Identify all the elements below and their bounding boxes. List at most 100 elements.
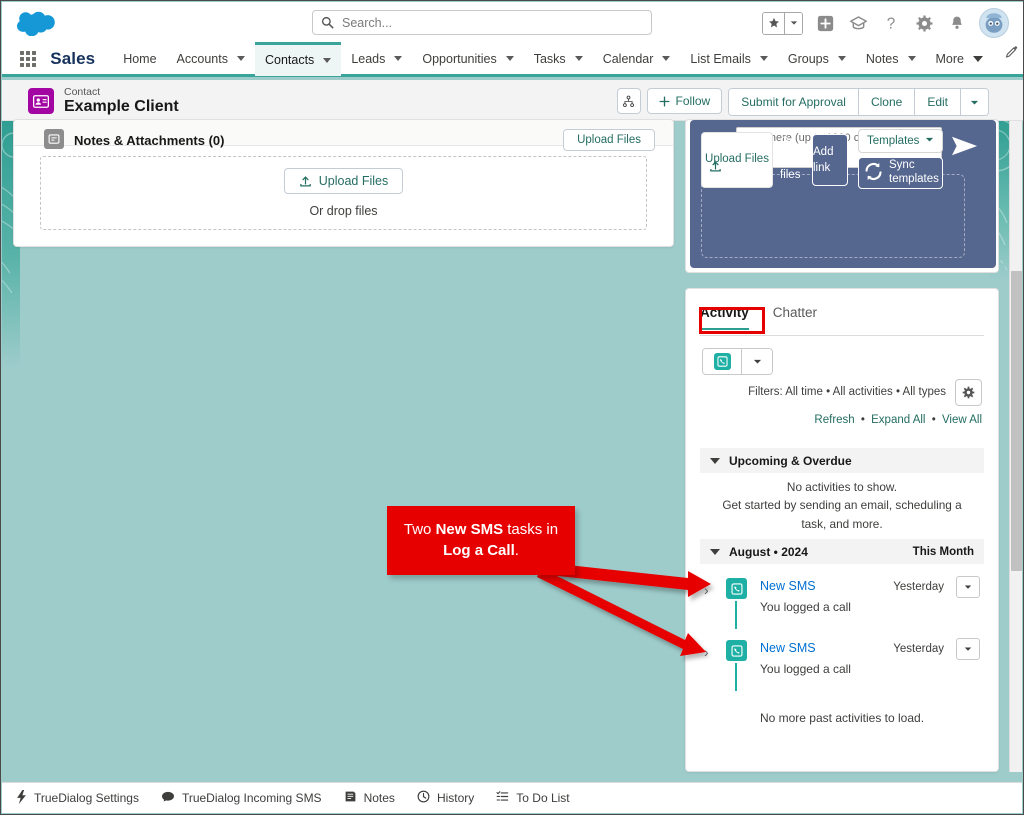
clone-button[interactable]: Clone bbox=[857, 89, 915, 115]
sms-sync-templates-button[interactable]: Sync templates bbox=[858, 157, 943, 189]
add-plus-icon[interactable] bbox=[814, 12, 836, 34]
view-all-link[interactable]: View All bbox=[942, 414, 982, 426]
chevron-down-icon[interactable] bbox=[710, 548, 720, 555]
edit-button[interactable]: Edit bbox=[914, 89, 960, 115]
chevron-down-icon[interactable] bbox=[505, 56, 514, 61]
chevron-down-icon[interactable] bbox=[759, 56, 768, 61]
chevron-down-icon[interactable] bbox=[323, 57, 332, 63]
chevron-down-icon[interactable] bbox=[394, 56, 403, 61]
activity-footer-text: No more past activities to load. bbox=[759, 711, 925, 725]
drop-files-label: Or drop files bbox=[309, 204, 378, 218]
section-august-2024[interactable]: August • 2024 This Month bbox=[700, 539, 984, 564]
nav-item-leads[interactable]: Leads bbox=[341, 42, 412, 76]
nav-item-contacts[interactable]: Contacts bbox=[254, 41, 342, 76]
upload-icon bbox=[709, 160, 722, 179]
user-avatar[interactable] bbox=[979, 8, 1009, 38]
nav-item-label: Groups bbox=[787, 51, 829, 66]
nav-item-label: Notes bbox=[865, 51, 899, 66]
app-name-label[interactable]: Sales bbox=[50, 49, 95, 69]
tab-chatter[interactable]: Chatter bbox=[773, 305, 817, 329]
activity-list-item[interactable]: › New SMS You logged a call Yesterday bbox=[700, 570, 984, 629]
notes-attachments-header: Notes & Attachments (0) Upload Files bbox=[14, 120, 673, 151]
submit-for-approval-button[interactable]: Submit for Approval bbox=[729, 89, 858, 115]
favorites-button-group[interactable] bbox=[762, 11, 803, 35]
nav-item-list-emails[interactable]: List Emails bbox=[680, 42, 777, 76]
help-icon[interactable]: ? bbox=[880, 12, 902, 34]
notes-attachments-card: Notes & Attachments (0) Upload Files Upl… bbox=[13, 119, 674, 247]
utility-to-do-list[interactable]: To Do List bbox=[496, 790, 570, 806]
record-overflow-menu-button[interactable] bbox=[960, 89, 988, 115]
pencil-edit-icon[interactable] bbox=[1001, 42, 1023, 64]
app-launcher-waffle-icon[interactable] bbox=[20, 49, 36, 69]
sms-compose-button[interactable] bbox=[703, 349, 741, 374]
nav-item-opportunities[interactable]: Opportunities bbox=[412, 42, 523, 76]
nav-item-label: Accounts bbox=[176, 51, 228, 66]
favorites-dropdown-icon[interactable] bbox=[784, 12, 802, 34]
notes-header-upload-button[interactable]: Upload Files bbox=[563, 129, 655, 151]
utility-truedialog-incoming-sms[interactable]: TrueDialog Incoming SMS bbox=[161, 791, 322, 806]
chevron-down-icon[interactable] bbox=[236, 56, 245, 61]
nav-item-more[interactable]: More bbox=[926, 42, 993, 76]
section-upcoming-overdue[interactable]: Upcoming & Overdue bbox=[700, 448, 984, 473]
activity-compose-dropdown[interactable] bbox=[741, 349, 772, 374]
page-scrollbar[interactable] bbox=[1009, 121, 1022, 772]
activity-empty-state: No activities to show. Get started by se… bbox=[714, 478, 970, 533]
org-hierarchy-icon[interactable] bbox=[616, 88, 641, 114]
link-separator: • bbox=[931, 414, 936, 426]
chevron-down-icon[interactable] bbox=[662, 56, 671, 61]
utility-bar: TrueDialog Settings TrueDialog Incoming … bbox=[2, 782, 1022, 813]
nav-item-accounts[interactable]: Accounts bbox=[167, 42, 255, 76]
filter-settings-gear-icon[interactable] bbox=[955, 379, 982, 406]
nav-item-tasks[interactable]: Tasks bbox=[524, 42, 593, 76]
chevron-down-icon[interactable] bbox=[907, 56, 916, 61]
chevron-down-icon[interactable] bbox=[837, 56, 846, 61]
empty-line-1: No activities to show. bbox=[786, 480, 898, 494]
nav-item-calendar[interactable]: Calendar bbox=[593, 42, 681, 76]
refresh-link[interactable]: Refresh bbox=[814, 414, 854, 426]
activity-date: Yesterday bbox=[893, 581, 944, 593]
nav-item-label: Contacts bbox=[264, 53, 315, 67]
chevron-right-icon[interactable]: › bbox=[704, 582, 709, 598]
chevron-down-icon[interactable] bbox=[710, 457, 720, 464]
sms-composer-panel: Type here (up to 1000 characters) bbox=[690, 120, 996, 268]
expand-all-link[interactable]: Expand All bbox=[871, 414, 925, 426]
sms-upload-files-button[interactable]: Upload Files bbox=[701, 132, 773, 188]
utility-history[interactable]: History bbox=[417, 790, 474, 806]
sms-add-link-button[interactable]: Add link bbox=[812, 134, 848, 186]
scrollbar-thumb[interactable] bbox=[1011, 271, 1022, 571]
global-search-box[interactable]: Search... bbox=[312, 10, 652, 35]
timeline-connector bbox=[735, 663, 737, 691]
chevron-down-icon[interactable] bbox=[973, 55, 983, 62]
log-a-call-sms-icon bbox=[726, 640, 747, 661]
setup-gear-icon[interactable] bbox=[913, 12, 935, 34]
upload-files-button[interactable]: Upload Files bbox=[283, 168, 404, 194]
log-a-call-sms-icon bbox=[726, 578, 747, 599]
activity-title-link[interactable]: New SMS bbox=[760, 579, 816, 593]
follow-button[interactable]: Follow bbox=[646, 88, 723, 114]
sms-templates-label: Templates bbox=[867, 135, 920, 147]
activity-list-item[interactable]: › New SMS You logged a call Yesterday bbox=[700, 632, 984, 691]
notes-dropzone[interactable]: Upload Files Or drop files bbox=[40, 156, 647, 230]
utility-truedialog-settings[interactable]: TrueDialog Settings bbox=[16, 789, 139, 807]
activity-compose-buttons bbox=[702, 348, 773, 375]
activity-row-menu-button[interactable] bbox=[956, 638, 980, 660]
activity-title-link[interactable]: New SMS bbox=[760, 641, 816, 655]
utility-label: TrueDialog Settings bbox=[34, 791, 139, 805]
favorites-star-icon[interactable] bbox=[763, 12, 784, 34]
send-paper-plane-icon[interactable] bbox=[948, 130, 982, 162]
nav-item-label: List Emails bbox=[690, 51, 751, 66]
empty-line-2: Get started by sending an email, schedul… bbox=[722, 498, 962, 531]
utility-notes[interactable]: Notes bbox=[344, 790, 395, 806]
notifications-bell-icon[interactable] bbox=[946, 12, 968, 34]
annotation-part-1: Two bbox=[403, 521, 436, 539]
learning-hat-icon[interactable] bbox=[847, 12, 869, 34]
salesforce-cloud-logo[interactable] bbox=[16, 10, 60, 37]
nav-item-notes[interactable]: Notes bbox=[856, 42, 926, 76]
chevron-down-icon[interactable] bbox=[574, 56, 583, 61]
nav-item-groups[interactable]: Groups bbox=[778, 42, 856, 76]
sms-templates-dropdown[interactable]: Templates bbox=[858, 129, 943, 153]
chevron-right-icon[interactable]: › bbox=[704, 644, 709, 660]
nav-item-home[interactable]: Home bbox=[113, 42, 166, 76]
activity-row-menu-button[interactable] bbox=[956, 576, 980, 598]
utility-label: TrueDialog Incoming SMS bbox=[181, 791, 322, 805]
